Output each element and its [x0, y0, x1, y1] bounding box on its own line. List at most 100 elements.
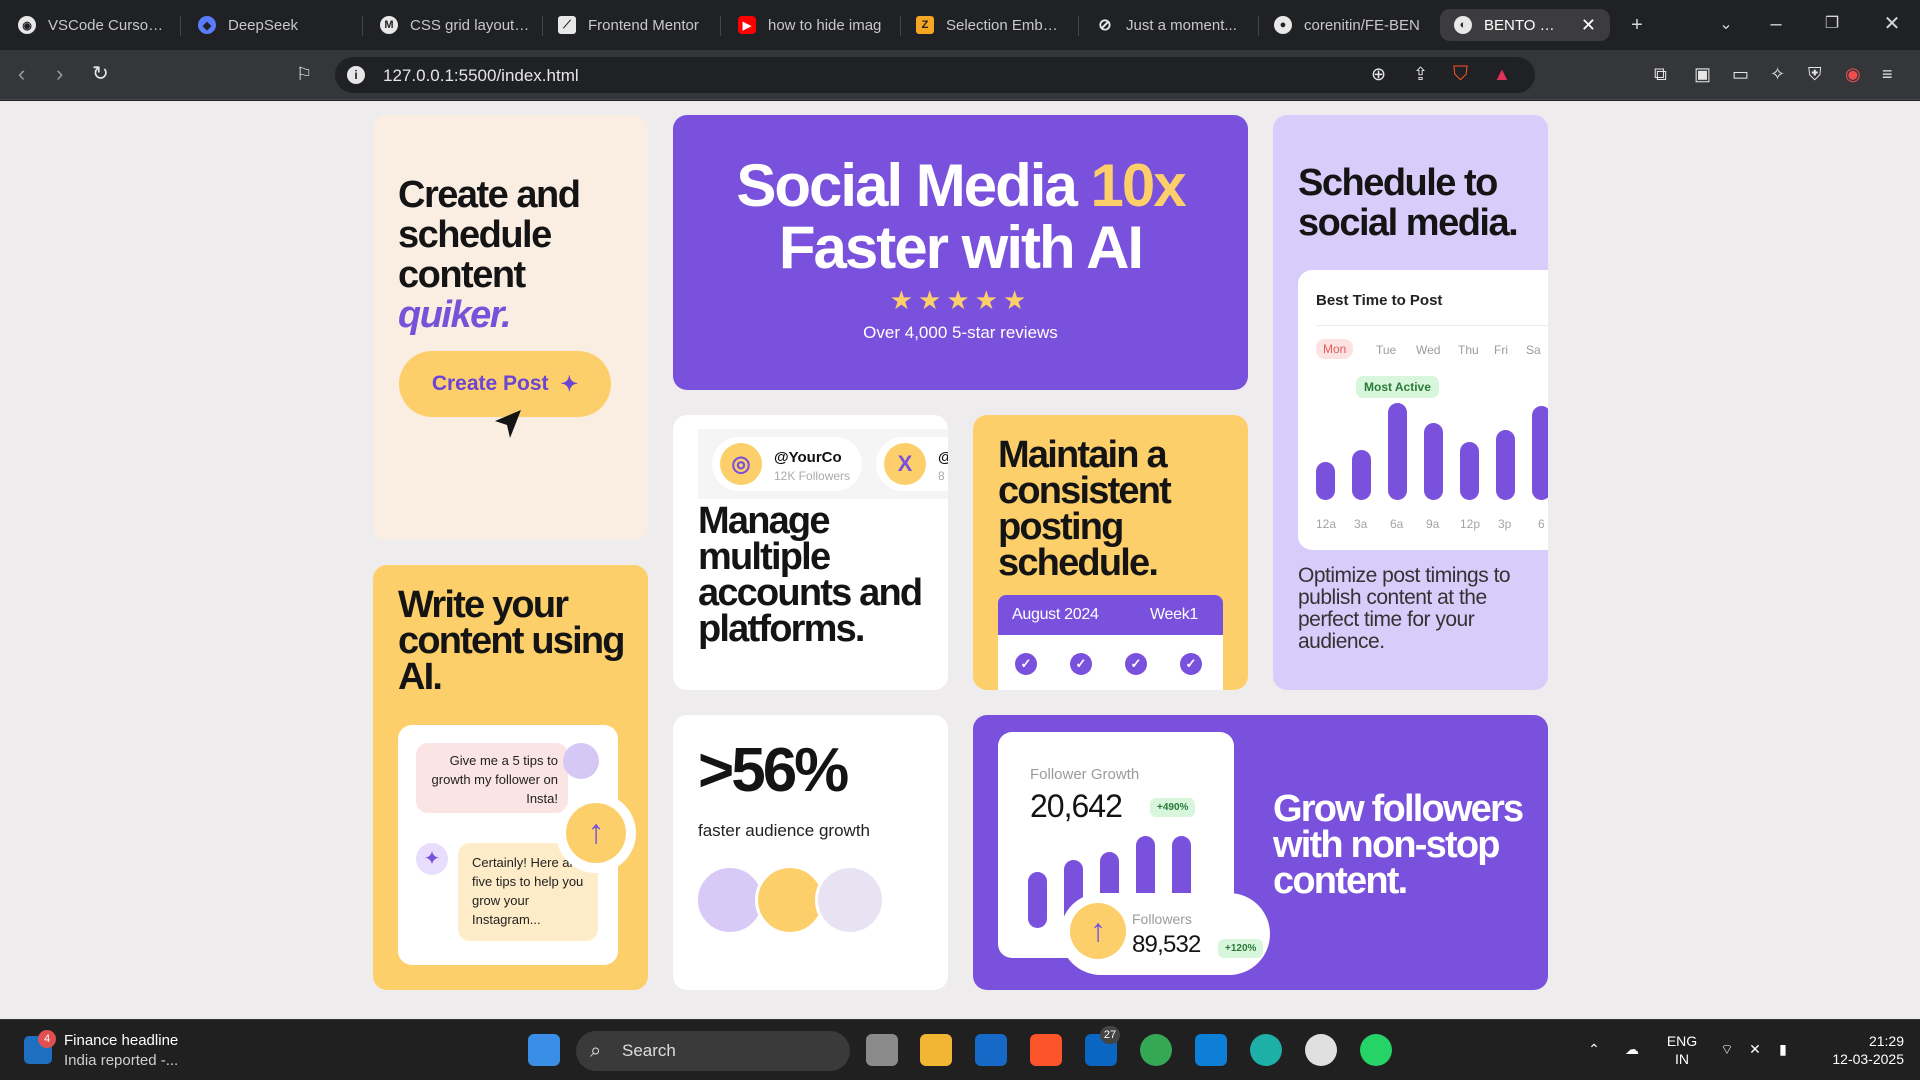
- manage-accounts-card: ◎ @YourCo 12K Followers X @ 8 Manage mul…: [673, 415, 948, 690]
- linkedin-badge: 27: [1100, 1026, 1120, 1044]
- follower-growth-value: 20,642: [1030, 788, 1123, 824]
- tab-youtube[interactable]: ▶ how to hide imag: [738, 9, 888, 41]
- mdn-icon: M: [380, 16, 398, 34]
- battery-icon[interactable]: ▮: [1772, 1040, 1794, 1058]
- account-handle: @YourCo: [774, 449, 842, 466]
- tab-just-a-moment[interactable]: ⊘ Just a moment...: [1096, 9, 1246, 41]
- sparkle-icon: ✦: [560, 372, 579, 396]
- profile-icon[interactable]: ◉: [1845, 62, 1861, 86]
- reviews-count: Over 4,000 5-star reviews: [863, 323, 1058, 342]
- bar-label: 3p: [1498, 517, 1512, 531]
- bar-label: 12a: [1316, 517, 1337, 531]
- hero-title: Social Media 10x Faster with AI: [736, 152, 1186, 281]
- news-title: Finance headline: [64, 1032, 179, 1049]
- tab-divider: [362, 16, 363, 36]
- file-explorer-icon[interactable]: [920, 1034, 952, 1066]
- zoom-icon[interactable]: ⊕: [1371, 62, 1386, 86]
- grow-heading: Grow followers with non-stop content.: [1273, 788, 1524, 902]
- language-indicator[interactable]: ENG IN: [1664, 1032, 1700, 1068]
- taskbar-search[interactable]: ⌕ Search: [576, 1031, 850, 1071]
- tab-deepseek[interactable]: ◆ DeepSeek: [198, 9, 348, 41]
- sidebar-icon[interactable]: ▣: [1694, 62, 1711, 86]
- tab-divider: [180, 16, 181, 36]
- clock[interactable]: 21:29 12-03-2025: [1814, 1032, 1904, 1068]
- volume-muted-icon[interactable]: ✕: [1744, 1040, 1766, 1058]
- send-arrow-icon[interactable]: ↑: [566, 803, 626, 863]
- wallet-icon[interactable]: ▭: [1732, 62, 1749, 86]
- followers-value: 89,532: [1132, 931, 1201, 958]
- vpn-icon[interactable]: ⛨: [1808, 62, 1822, 86]
- tab-github[interactable]: ● corenitin/FE-BEN: [1274, 9, 1424, 41]
- schedule-card: Schedule to social media. Best Time to P…: [1273, 115, 1548, 690]
- chart-bar: [1352, 450, 1371, 500]
- check-icon: ✓: [1015, 653, 1037, 675]
- day-mon: Mon: [1316, 339, 1354, 359]
- tab-frontend-mentor[interactable]: ⟋ Frontend Mentor: [558, 9, 708, 41]
- tab-css-grid[interactable]: M CSS grid layout - (: [380, 9, 530, 41]
- share-icon[interactable]: ⇪: [1413, 62, 1428, 86]
- close-tab-icon[interactable]: ✕: [1581, 15, 1596, 36]
- chart-bar: [1532, 406, 1548, 500]
- avatar: [815, 865, 885, 935]
- calendar-widget: August 2024 Week1 ✓ ✓ ✓ ✓: [998, 595, 1223, 690]
- tab-search-chevron-icon[interactable]: ⌄: [1714, 13, 1738, 37]
- menu-icon[interactable]: ≡: [1882, 62, 1893, 86]
- calendar-header: August 2024 Week1: [998, 595, 1223, 635]
- extensions-icon[interactable]: ⧉: [1654, 62, 1667, 86]
- divider: [1316, 325, 1548, 326]
- site-info-icon[interactable]: i: [347, 66, 365, 84]
- schedule-description: Optimize post timings to publish content…: [1298, 564, 1511, 653]
- calendar-month: August 2024: [1012, 606, 1099, 623]
- outlook-icon[interactable]: [975, 1034, 1007, 1066]
- deepseek-icon: ◆: [198, 16, 216, 34]
- task-view-icon[interactable]: [866, 1034, 898, 1066]
- windows-taskbar: 4 Finance headline India reported -... ⌕…: [0, 1019, 1920, 1080]
- wifi-icon[interactable]: ⌔: [1716, 1040, 1738, 1058]
- tab-bento-grid-active[interactable]: ◐BENTO GRID✕: [1440, 9, 1610, 41]
- chart-bar: [1496, 430, 1515, 500]
- brave-rewards-icon[interactable]: ▲: [1493, 62, 1511, 86]
- calendar-week: Week1: [1149, 606, 1198, 623]
- follower-growth-label: Follower Growth: [1030, 766, 1140, 783]
- bar-label: 3a: [1354, 517, 1368, 531]
- minimize-icon[interactable]: –: [1764, 12, 1788, 36]
- tab-selection-embed[interactable]: Z Selection Embed (: [916, 9, 1066, 41]
- tab-divider: [542, 16, 543, 36]
- windows-start-icon[interactable]: [528, 1034, 560, 1066]
- chart-bar: [1388, 403, 1407, 500]
- followers-label: Followers: [1132, 911, 1192, 927]
- check-icon: ✓: [1180, 653, 1202, 675]
- address-bar[interactable]: i 127.0.0.1:5500/index.html ⊕ ⇪ ⛉ ▲: [335, 57, 1535, 93]
- edge-icon[interactable]: [1250, 1034, 1282, 1066]
- tab-vscode-cursor[interactable]: ◉ VSCode Cursor St: [18, 9, 168, 41]
- onedrive-icon[interactable]: ☁: [1620, 1040, 1644, 1058]
- consistent-schedule-card: Maintain a consistent posting schedule. …: [973, 415, 1248, 690]
- account-handle: @: [938, 449, 948, 466]
- chart-bar: [1316, 462, 1335, 500]
- new-tab-button[interactable]: +: [1625, 13, 1649, 37]
- user-message: Give me a 5 tips to growth my follower o…: [416, 743, 568, 813]
- news-subtitle: India reported -...: [64, 1052, 179, 1069]
- reload-icon[interactable]: ↻: [92, 62, 109, 86]
- chrome-icon[interactable]: [1140, 1034, 1172, 1066]
- search-icon: ⌕: [590, 1040, 602, 1062]
- leo-ai-icon[interactable]: ✧: [1770, 62, 1785, 86]
- loading-icon: ⊘: [1096, 16, 1114, 34]
- day-tue: Tue: [1376, 343, 1397, 357]
- bookmark-icon[interactable]: ⚐: [296, 62, 312, 86]
- brave-shield-icon[interactable]: ⛉: [1453, 62, 1468, 86]
- whatsapp-icon[interactable]: [1360, 1034, 1392, 1066]
- vscode-icon[interactable]: [1195, 1034, 1227, 1066]
- close-window-icon[interactable]: ✕: [1880, 12, 1904, 36]
- back-icon[interactable]: ‹: [18, 62, 25, 86]
- brave-browser-icon[interactable]: [1030, 1034, 1062, 1066]
- restore-icon[interactable]: ❐: [1820, 12, 1844, 36]
- forward-icon[interactable]: ›: [56, 62, 63, 86]
- url-text[interactable]: 127.0.0.1:5500/index.html: [383, 66, 579, 86]
- bar-label: 6: [1538, 517, 1545, 531]
- tray-chevron-icon[interactable]: ⌃: [1584, 1040, 1604, 1058]
- five-star-rating: ★★★★★: [889, 285, 1032, 315]
- browser-toolbar: ‹ › ↻ ⚐ i 127.0.0.1:5500/index.html ⊕ ⇪ …: [0, 50, 1920, 100]
- account-followers: 8: [938, 469, 945, 483]
- clock-app-icon[interactable]: [1305, 1034, 1337, 1066]
